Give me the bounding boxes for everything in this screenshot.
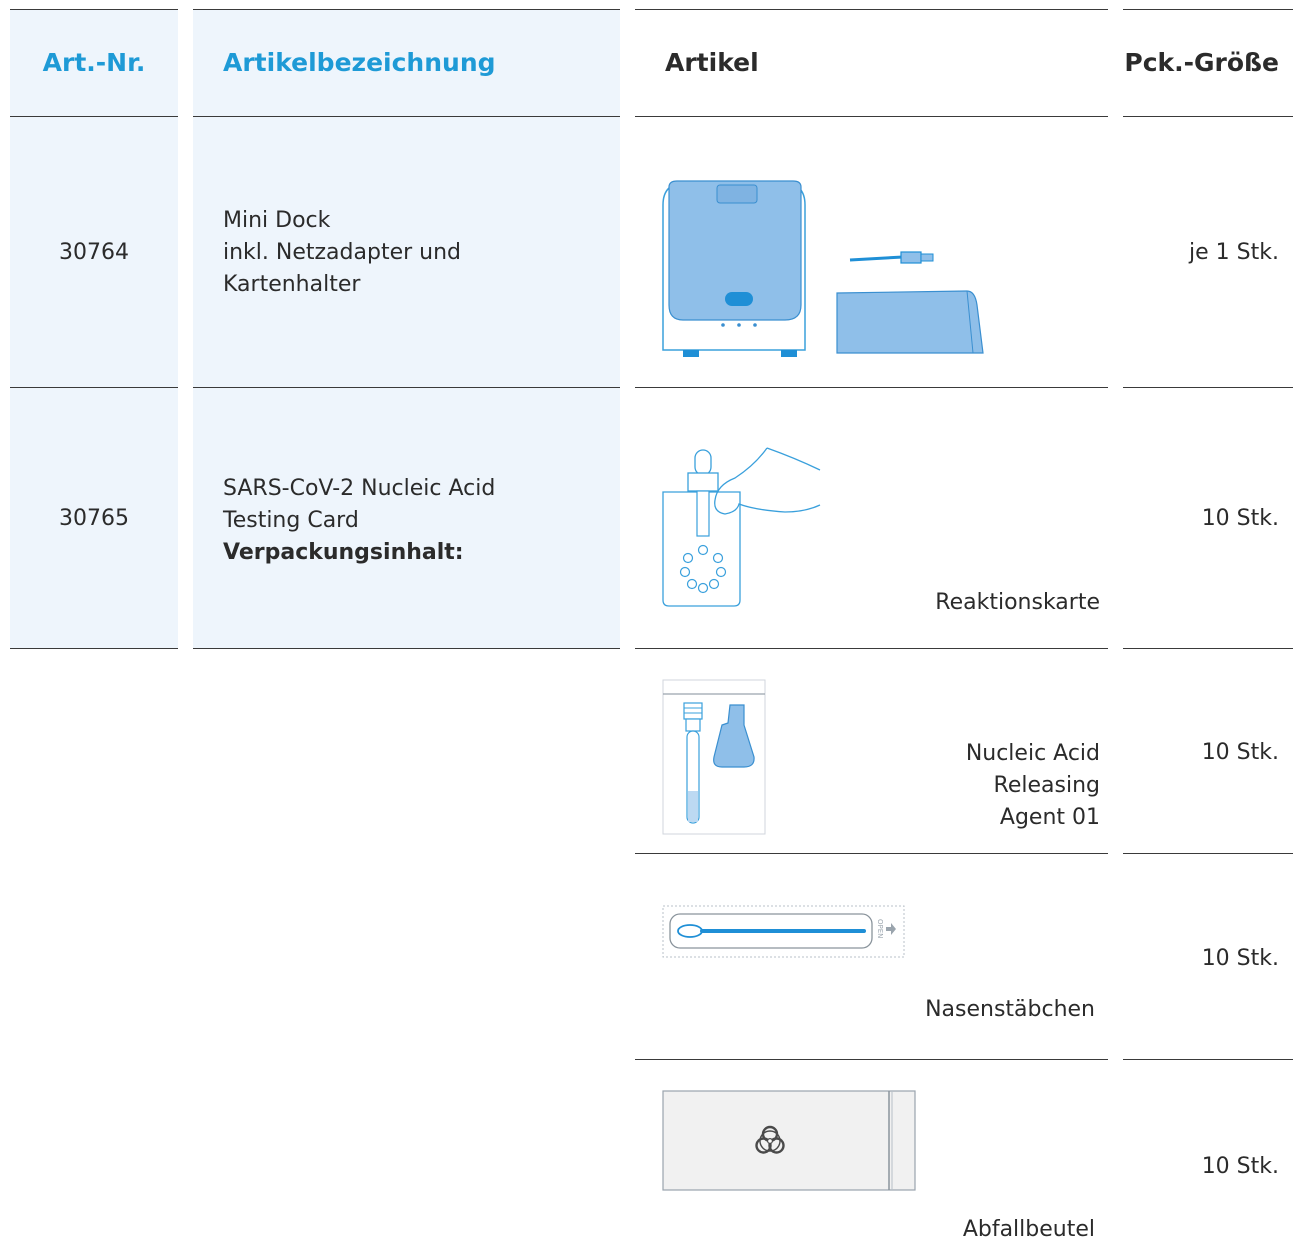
nasal-swab-illustration: OPEN <box>662 905 905 958</box>
releasing-agent-line1: Nucleic Acid <box>965 741 1100 766</box>
header-art-nr: Art.-Nr. <box>42 48 146 77</box>
rule-row2-artikel <box>635 648 1108 649</box>
rule-top-mid <box>193 9 620 10</box>
releasing-agent-pck-groesse: 10 Stk. <box>1201 740 1279 765</box>
row2-art-nr: 30765 <box>59 506 129 531</box>
abfallbeutel-pck-groesse: 10 Stk. <box>1201 1154 1279 1179</box>
rule-header-artikel <box>635 116 1108 117</box>
rule-top-left <box>10 9 178 10</box>
header-bezeichnung: Artikelbezeichnung <box>223 48 496 77</box>
rule-row1-left <box>10 387 178 388</box>
row2-bezeichnung: SARS-CoV-2 Nucleic Acid Testing Card Ver… <box>223 473 613 569</box>
column-shade-art-nr <box>10 10 178 648</box>
waste-bag-illustration <box>662 1090 916 1191</box>
row2-pck-groesse: 10 Stk. <box>1201 506 1279 531</box>
mini-dock-illustration <box>662 180 984 357</box>
releasing-agent-illustration <box>662 679 766 835</box>
nasenstaebchen-pck-groesse: 10 Stk. <box>1201 946 1279 971</box>
rule-header-left <box>10 116 178 117</box>
row1-bezeichnung-line2: inkl. Netzadapter und <box>223 240 462 265</box>
reaktionskarte-label: Reaktionskarte <box>935 590 1100 615</box>
rule-row2-pck <box>1123 648 1293 649</box>
releasing-agent-line2: Releasing <box>993 773 1100 798</box>
row2-bezeichnung-line2: Testing Card <box>223 508 359 533</box>
row1-bezeichnung: Mini Dock inkl. Netzadapter und Kartenha… <box>223 205 613 301</box>
rule-header-pck <box>1123 116 1293 117</box>
rule-row1-artikel <box>635 387 1108 388</box>
rule-top-pck <box>1123 9 1293 10</box>
row1-bezeichnung-line1: Mini Dock <box>223 208 331 233</box>
row1-art-nr: 30764 <box>59 240 129 265</box>
row1-pck-groesse: je 1 Stk. <box>1189 240 1279 265</box>
abfallbeutel-label: Abfallbeutel <box>962 1217 1095 1242</box>
rule-sub1-pck <box>1123 853 1293 854</box>
rule-row1-pck <box>1123 387 1293 388</box>
row2-bezeichnung-bold: Verpackungsinhalt: <box>223 540 464 565</box>
swab-open-text: OPEN <box>876 919 884 938</box>
rule-sub2-pck <box>1123 1059 1293 1060</box>
rule-sub1-artikel <box>635 853 1108 854</box>
rule-row2-left <box>10 648 178 649</box>
nasenstaebchen-label: Nasenstäbchen <box>925 997 1095 1022</box>
rule-row2-mid <box>193 648 620 649</box>
releasing-agent-label: Nucleic Acid Releasing Agent 01 <box>840 738 1100 834</box>
rule-top-artikel <box>635 9 1108 10</box>
rule-header-mid <box>193 116 620 117</box>
reaction-card-illustration <box>662 447 821 607</box>
rule-sub2-artikel <box>635 1059 1108 1060</box>
header-artikel: Artikel <box>665 48 759 77</box>
row2-bezeichnung-line1: SARS-CoV-2 Nucleic Acid <box>223 476 496 501</box>
header-pck-groesse: Pck.-Größe <box>1124 48 1279 77</box>
rule-row1-mid <box>193 387 620 388</box>
row1-bezeichnung-line3: Kartenhalter <box>223 272 361 297</box>
releasing-agent-line3: Agent 01 <box>999 805 1100 830</box>
